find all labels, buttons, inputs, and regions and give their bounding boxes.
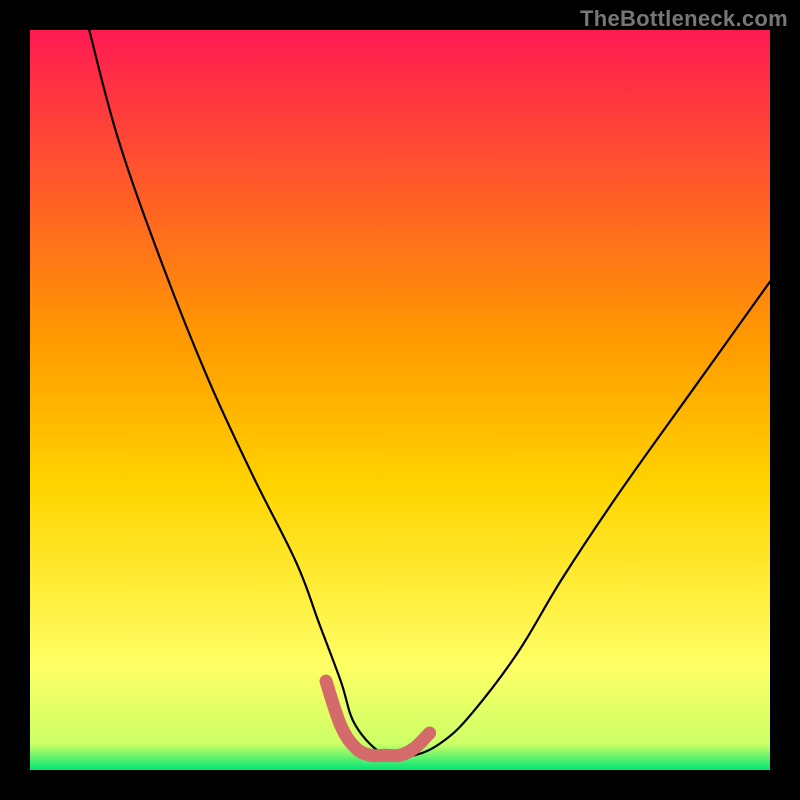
gradient-background [30,30,770,770]
bottleneck-curve-plot [30,30,770,770]
watermark-label: TheBottleneck.com [580,6,788,32]
chart-svg [30,30,770,770]
chart-container: TheBottleneck.com [0,0,800,800]
